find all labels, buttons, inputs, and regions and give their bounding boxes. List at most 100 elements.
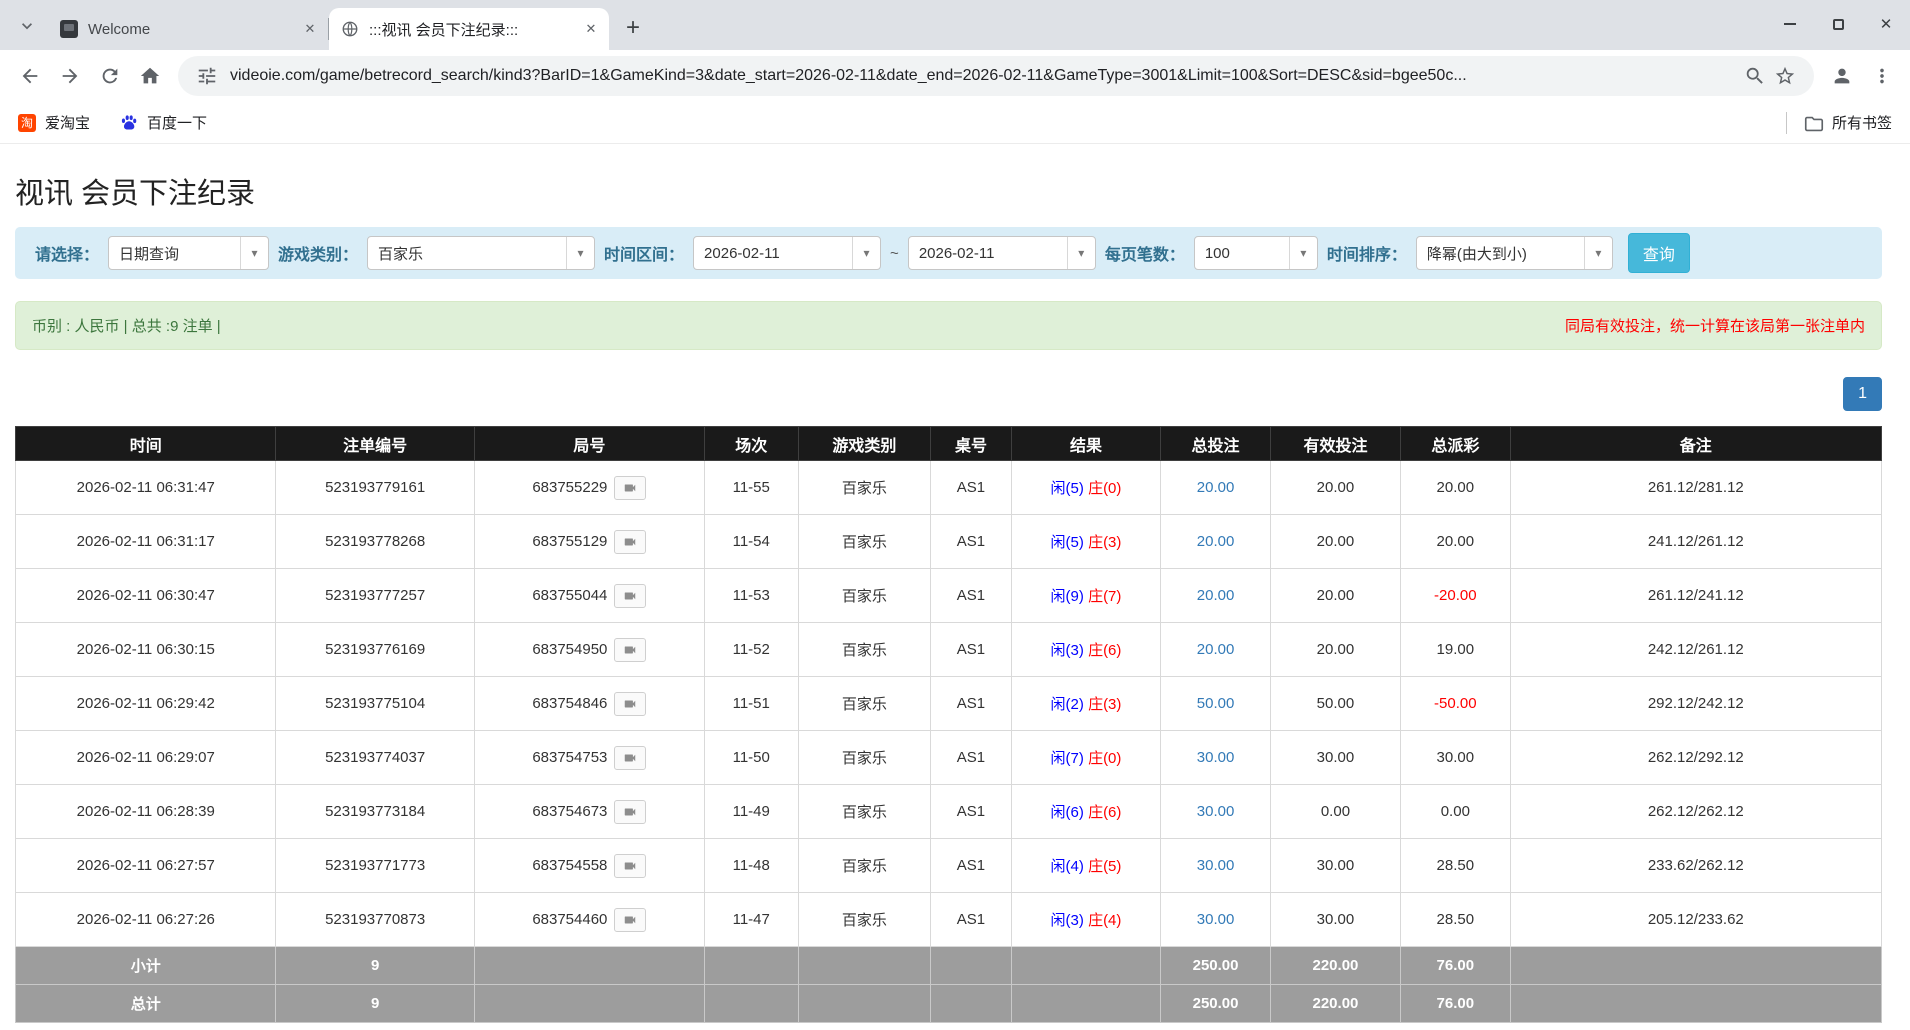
subtotal-label: 小计 <box>16 947 276 985</box>
zoom-icon[interactable] <box>1740 65 1770 87</box>
video-camera-icon <box>621 805 639 819</box>
cell-bet-no: 523193774037 <box>276 731 474 785</box>
total-total-bet: 250.00 <box>1161 985 1271 1023</box>
profile-button[interactable] <box>1822 56 1862 96</box>
video-replay-button[interactable] <box>614 908 646 932</box>
forward-button[interactable] <box>50 56 90 96</box>
total-bet-link[interactable]: 20.00 <box>1197 479 1235 496</box>
cell-time: 2026-02-11 06:27:26 <box>16 893 276 947</box>
menu-button[interactable] <box>1862 56 1902 96</box>
bookmark-baidu[interactable]: 百度一下 <box>120 112 207 133</box>
tab-search-button[interactable] <box>10 9 44 43</box>
folder-icon <box>1803 113 1823 133</box>
cell-bet-no: 523193776169 <box>276 623 474 677</box>
video-replay-button[interactable] <box>614 746 646 770</box>
video-replay-button[interactable] <box>614 854 646 878</box>
empty-cell <box>1510 947 1881 985</box>
search-button[interactable]: 查询 <box>1628 233 1690 273</box>
result-banker: 庄(6) <box>1088 642 1121 659</box>
taobao-icon: 淘 <box>18 114 36 132</box>
cell-bet-no: 523193779161 <box>276 461 474 515</box>
browser-window: Welcome ✕ :::视讯 会员下注纪录::: ✕ + ✕ <box>0 0 1910 144</box>
new-tab-button[interactable]: + <box>617 12 649 44</box>
globe-icon <box>341 20 359 38</box>
chevron-down-icon: ▾ <box>566 237 594 269</box>
address-bar[interactable]: videoie.com/game/betrecord_search/kind3?… <box>178 56 1814 96</box>
sort-order-select[interactable]: 降幂(由大到小) ▾ <box>1416 236 1613 270</box>
cell-note: 205.12/233.62 <box>1510 893 1881 947</box>
bookmark-taobao[interactable]: 淘 爱淘宝 <box>18 112 90 133</box>
video-replay-button[interactable] <box>614 476 646 500</box>
total-bet-link[interactable]: 20.00 <box>1197 533 1235 550</box>
site-settings-icon[interactable] <box>192 65 222 87</box>
cell-valid-bet: 20.00 <box>1270 461 1400 515</box>
cell-payout: 20.00 <box>1401 515 1511 569</box>
video-replay-button[interactable] <box>614 530 646 554</box>
reload-icon <box>99 65 121 87</box>
cell-game-type: 百家乐 <box>798 623 931 677</box>
total-bet-link[interactable]: 30.00 <box>1197 911 1235 928</box>
total-bet-link[interactable]: 50.00 <box>1197 695 1235 712</box>
reload-button[interactable] <box>90 56 130 96</box>
result-player: 闲(2) <box>1051 696 1084 713</box>
total-bet-link[interactable]: 20.00 <box>1197 641 1235 658</box>
total-label: 总计 <box>16 985 276 1023</box>
close-tab-icon[interactable]: ✕ <box>300 19 320 39</box>
table-row: 2026-02-11 06:29:42523193775104683754846… <box>16 677 1882 731</box>
cell-time: 2026-02-11 06:27:57 <box>16 839 276 893</box>
video-camera-icon <box>621 913 639 927</box>
total-bet-link[interactable]: 30.00 <box>1197 749 1235 766</box>
pagination: 1 <box>15 377 1882 411</box>
person-icon <box>1831 65 1853 87</box>
page-size-value: 100 <box>1195 237 1289 269</box>
close-window-button[interactable]: ✕ <box>1862 0 1910 48</box>
video-replay-button[interactable] <box>614 584 646 608</box>
tab-title: :::视讯 会员下注纪录::: <box>369 19 575 40</box>
table-row: 2026-02-11 06:28:39523193773184683754673… <box>16 785 1882 839</box>
forward-arrow-icon <box>59 65 81 87</box>
cell-game-type: 百家乐 <box>798 785 931 839</box>
column-header-note: 备注 <box>1510 427 1881 461</box>
total-bet-link[interactable]: 20.00 <box>1197 587 1235 604</box>
empty-cell <box>798 985 931 1023</box>
window-controls: ✕ <box>1766 0 1910 48</box>
maximize-button[interactable] <box>1814 0 1862 48</box>
cell-total-bet: 20.00 <box>1161 569 1271 623</box>
page-1-button[interactable]: 1 <box>1843 377 1882 411</box>
cell-total-bet: 30.00 <box>1161 731 1271 785</box>
filter-mode-select[interactable]: 日期查询 ▾ <box>108 236 269 270</box>
result-banker: 庄(6) <box>1088 804 1121 821</box>
total-bet-link[interactable]: 30.00 <box>1197 803 1235 820</box>
date-start-select[interactable]: 2026-02-11 ▾ <box>693 236 881 270</box>
column-header-game-type: 游戏类别 <box>798 427 931 461</box>
date-end-select[interactable]: 2026-02-11 ▾ <box>908 236 1096 270</box>
bookmark-star-icon[interactable] <box>1770 65 1800 87</box>
video-replay-button[interactable] <box>614 800 646 824</box>
tab-bet-record[interactable]: :::视讯 会员下注纪录::: ✕ <box>329 8 609 50</box>
cell-round-no: 683754460 <box>474 893 704 947</box>
result-banker: 庄(7) <box>1088 588 1121 605</box>
page-size-select[interactable]: 100 ▾ <box>1194 236 1318 270</box>
cell-table-no: AS1 <box>931 731 1011 785</box>
chevron-down-icon: ▾ <box>240 237 268 269</box>
cell-total-bet: 30.00 <box>1161 785 1271 839</box>
cell-valid-bet: 20.00 <box>1270 569 1400 623</box>
cell-table-no: AS1 <box>931 569 1011 623</box>
cell-result: 闲(6) 庄(6) <box>1011 785 1161 839</box>
cell-payout: 28.50 <box>1401 839 1511 893</box>
game-type-select[interactable]: 百家乐 ▾ <box>367 236 595 270</box>
minimize-button[interactable] <box>1766 0 1814 48</box>
close-tab-icon[interactable]: ✕ <box>581 19 601 39</box>
url-text[interactable]: videoie.com/game/betrecord_search/kind3?… <box>230 67 1732 85</box>
total-payout: 76.00 <box>1401 985 1511 1023</box>
video-replay-button[interactable] <box>614 692 646 716</box>
home-button[interactable] <box>130 56 170 96</box>
cell-session: 11-51 <box>704 677 798 731</box>
minimize-icon <box>1784 23 1796 25</box>
total-bet-link[interactable]: 30.00 <box>1197 857 1235 874</box>
all-bookmarks-button[interactable]: 所有书签 <box>1786 112 1892 134</box>
column-header-valid-bet: 有效投注 <box>1270 427 1400 461</box>
video-replay-button[interactable] <box>614 638 646 662</box>
back-button[interactable] <box>10 56 50 96</box>
tab-welcome[interactable]: Welcome ✕ <box>48 8 328 50</box>
